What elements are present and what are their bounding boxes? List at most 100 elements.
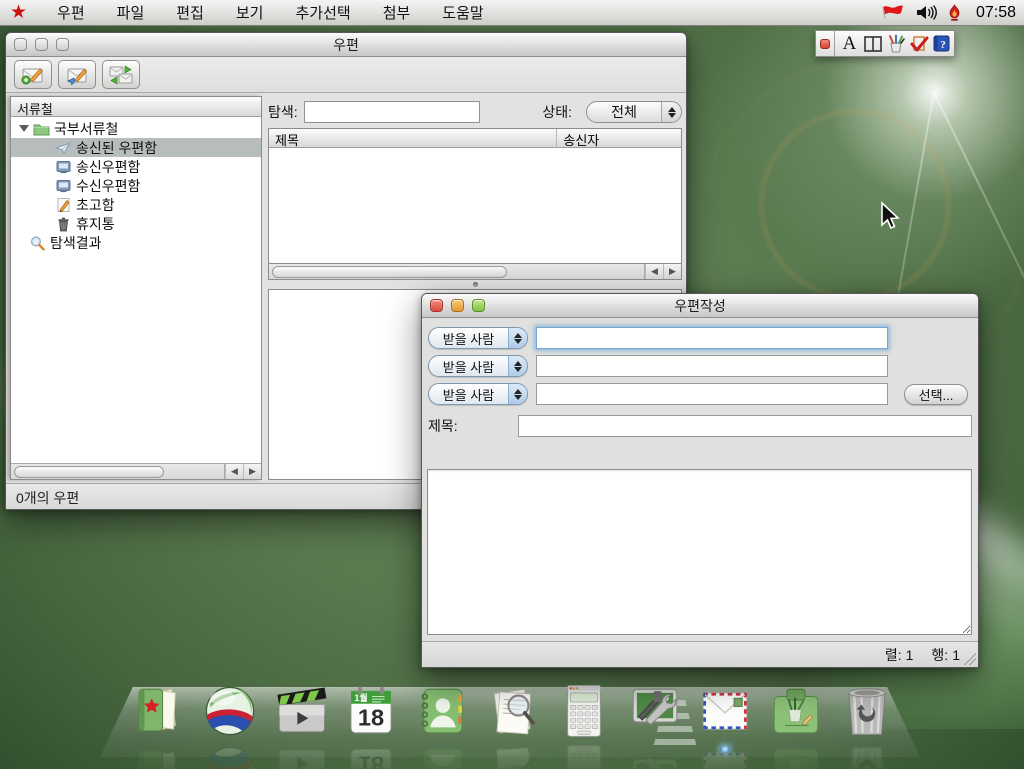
dock-trash[interactable] (836, 680, 898, 742)
folder-inbox[interactable]: 수신우편함 (11, 176, 261, 195)
menu-edit[interactable]: 편집 (160, 2, 220, 23)
recipient-row-1: 받을 사람 (428, 327, 888, 349)
pen-cup-icon[interactable] (884, 32, 907, 55)
expand-arrow-icon[interactable] (19, 125, 29, 132)
recipient-input-3[interactable] (536, 383, 888, 405)
recipient-type-dropdown-3[interactable]: 받을 사람 (428, 383, 528, 405)
trash-icon-reflection (838, 742, 896, 769)
resize-grip[interactable] (963, 652, 976, 665)
dock-stationery[interactable] (765, 680, 827, 742)
scrollbar-thumb[interactable] (272, 266, 507, 278)
dropdown-stepper-icon[interactable] (508, 328, 527, 348)
select-recipient-button[interactable]: 선택... (904, 384, 968, 405)
address-book-icon (413, 682, 471, 740)
reply-mail-button[interactable] (58, 60, 96, 89)
mail-icon-reflection (696, 742, 754, 769)
mail-window-title: 우편 (6, 35, 686, 55)
menu-view[interactable]: 보기 (220, 2, 280, 23)
menu-options[interactable]: 추가선택 (279, 2, 366, 23)
search-input[interactable] (304, 101, 480, 123)
recipient-input-2[interactable] (536, 355, 888, 377)
palette-close-button[interactable] (820, 39, 830, 49)
folder-outbox[interactable]: 송신우편함 (11, 157, 261, 176)
documents-icon (130, 682, 188, 740)
subject-input[interactable] (518, 415, 972, 437)
scroll-right-arrow[interactable]: ▶ (663, 264, 681, 279)
sidebar-horizontal-scrollbar[interactable]: ◀ ▶ (11, 463, 261, 479)
folder-column-header[interactable]: 서류철 (11, 97, 261, 117)
subject-label: 제목: (428, 416, 458, 436)
magnifier-icon (29, 235, 46, 251)
recipient-type-value: 받을 사람 (429, 329, 508, 348)
menu-file[interactable]: 파일 (101, 2, 161, 23)
folder-sent-mailbox[interactable]: 송신된 우편함 (11, 138, 261, 157)
dock-calendar[interactable]: 1월 18 1월 18 (340, 680, 402, 742)
redstar-logo-icon[interactable]: ★ (10, 3, 27, 22)
compose-statusbar: 렬: 1 행: 1 (422, 641, 978, 667)
svg-text:18: 18 (358, 705, 384, 731)
document-viewer-icon (484, 682, 542, 740)
stationery-icon (767, 682, 825, 740)
help-book-icon[interactable]: ? (930, 32, 953, 55)
column-sender[interactable]: 송신자 (557, 129, 681, 147)
recipient-type-value: 받을 사람 (429, 385, 508, 404)
calendar-icon-reflection: 1월 18 (342, 742, 400, 769)
menu-attach[interactable]: 첨부 (367, 2, 427, 23)
dock-address-book[interactable] (411, 680, 473, 742)
dropdown-stepper-icon[interactable] (661, 102, 681, 122)
dock-media-player[interactable] (270, 680, 332, 742)
web-browser-icon-reflection (201, 742, 259, 769)
compose-window-title: 우편작성 (422, 296, 978, 316)
spell-check-icon[interactable] (907, 32, 930, 55)
list-horizontal-scrollbar[interactable]: ◀ ▶ (268, 264, 682, 280)
folder-drafts[interactable]: 초고함 (11, 195, 261, 214)
message-list-rows[interactable] (269, 148, 681, 263)
dock-documents[interactable] (128, 680, 190, 742)
send-receive-button[interactable] (102, 60, 140, 89)
scroll-right-arrow[interactable]: ▶ (243, 464, 261, 479)
status-filter-dropdown[interactable]: 전체 (586, 101, 682, 123)
clock[interactable]: 07:58 (976, 4, 1016, 22)
scroll-left-arrow[interactable]: ◀ (225, 464, 243, 479)
volume-icon[interactable] (915, 4, 937, 21)
mail-titlebar[interactable]: 우편 (6, 33, 686, 57)
dock-system-settings[interactable] (624, 680, 686, 742)
web-browser-icon (201, 682, 259, 740)
send-receive-icon (108, 64, 134, 86)
message-body-textarea[interactable] (427, 469, 972, 635)
scrollbar-thumb[interactable] (14, 466, 164, 478)
column-value: 1 (906, 647, 914, 663)
row-value: 1 (952, 647, 960, 663)
red-flag-icon[interactable] (881, 4, 905, 21)
menu-help[interactable]: 도움말 (426, 2, 499, 23)
recipient-row-2: 받을 사람 (428, 355, 888, 377)
alert-flame-icon[interactable] (947, 4, 962, 22)
pane-splitter[interactable] (268, 280, 682, 289)
font-icon[interactable]: A (838, 32, 861, 55)
folder-local-root[interactable]: 국부서류철 (11, 119, 261, 138)
dropdown-stepper-icon[interactable] (508, 384, 527, 404)
column-subject[interactable]: 제목 (269, 129, 557, 147)
menu-mail[interactable]: 우편 (41, 2, 101, 23)
message-list-header: 제목 송신자 (269, 129, 681, 148)
dock-mail[interactable] (694, 680, 756, 742)
scroll-left-arrow[interactable]: ◀ (645, 264, 663, 279)
status-label: 상태: (542, 102, 572, 122)
compose-mail-button[interactable] (14, 60, 52, 89)
dock-web-browser[interactable] (199, 680, 261, 742)
stationery-icon-reflection (767, 742, 825, 769)
folder-label: 송신된 우편함 (76, 138, 157, 158)
folder-search-results[interactable]: 탐색결과 (11, 233, 261, 252)
recipient-type-dropdown-1[interactable]: 받을 사람 (428, 327, 528, 349)
columns-layout-icon[interactable] (861, 32, 884, 55)
recipient-type-value: 받을 사람 (429, 357, 508, 376)
recipient-input-1[interactable] (536, 327, 888, 349)
trash-icon (838, 682, 896, 740)
compose-titlebar[interactable]: 우편작성 (422, 294, 978, 318)
recipient-type-dropdown-2[interactable]: 받을 사람 (428, 355, 528, 377)
dropdown-stepper-icon[interactable] (508, 356, 527, 376)
dock-document-viewer[interactable] (482, 680, 544, 742)
trash-icon (55, 216, 72, 232)
folder-trash[interactable]: 휴지통 (11, 214, 261, 233)
dock-calculator[interactable] (553, 680, 615, 742)
